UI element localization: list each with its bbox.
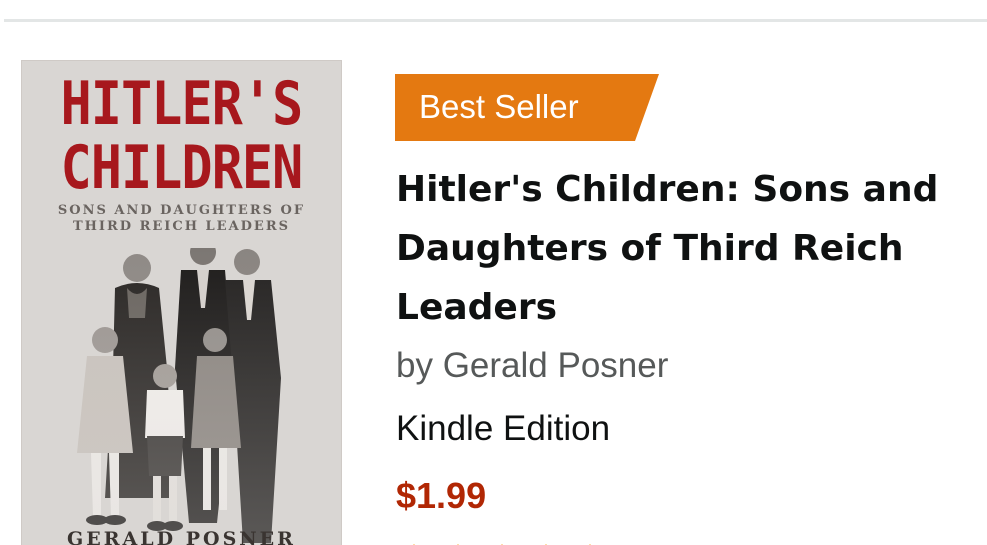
format-label[interactable]: Kindle Edition [396, 407, 610, 451]
cover-subtitle-line-2: THIRD REICH LEADERS [72, 219, 291, 234]
cover-subtitle-line-1: SONS AND DAUGHTERS OF [57, 203, 306, 218]
cover-title-line-1: HITLER'S [60, 69, 304, 139]
best-seller-badge[interactable]: Best Seller [395, 74, 659, 141]
top-divider [4, 19, 987, 22]
product-title[interactable]: Hitler's Children: Sons and Daughters of… [396, 160, 986, 337]
best-seller-label: Best Seller [419, 88, 579, 125]
price: $1.99 [396, 475, 487, 516]
author-link[interactable]: Gerald Posner [443, 346, 669, 385]
product-page: HITLER'S CHILDREN SONS AND DAUGHTERS OF … [0, 0, 987, 545]
star-rating[interactable] [396, 537, 696, 545]
cover-title-line-2: CHILDREN [60, 133, 304, 203]
byline-prefix: by [396, 346, 433, 385]
author-byline: by Gerald Posner [396, 344, 668, 388]
book-cover-image[interactable]: HITLER'S CHILDREN SONS AND DAUGHTERS OF … [21, 60, 342, 545]
cover-author-name: GERALD POSNER [67, 528, 296, 545]
cover-family-photo [57, 248, 327, 545]
